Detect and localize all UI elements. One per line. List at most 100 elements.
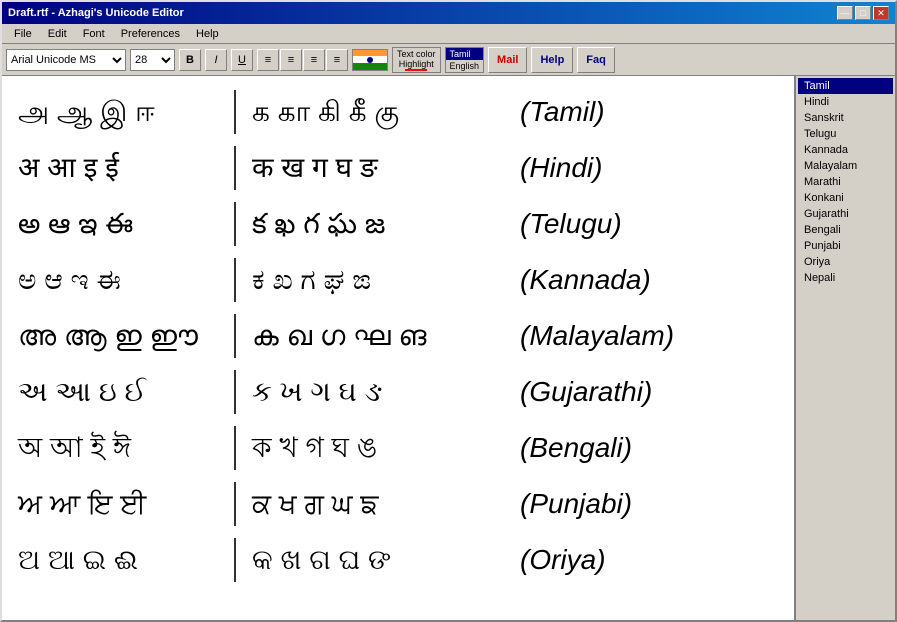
bold-button[interactable]: B	[179, 49, 201, 71]
script-row: અ આ ઇ ઈ ક ખ ગ ઘ ઙ(Gujarathi)	[18, 368, 778, 416]
language-name: (Gujarathi)	[520, 376, 652, 408]
language-name: (Malayalam)	[520, 320, 674, 352]
align-center-button[interactable]: ≡	[280, 49, 302, 71]
consonants: ક ખ ગ ઘ ઙ	[252, 375, 512, 409]
menu-preferences[interactable]: Preferences	[113, 26, 188, 42]
sidebar-item-kannada[interactable]: Kannada	[798, 142, 893, 158]
main-area: அ ஆ இ ஈ க கா கி கீ கு(Tamil) अ आ इ ई क ख ग …	[2, 76, 895, 620]
menu-font[interactable]: Font	[75, 26, 113, 42]
text-color-top-label: Text color	[397, 49, 436, 59]
language-name: (Telugu)	[520, 208, 622, 240]
flag-ashoka-dot	[367, 57, 373, 63]
flag-bot-stripe	[353, 63, 387, 70]
text-color-bottom-label: Highlight	[399, 59, 434, 69]
sidebar: TamilHindiSanskritTeluguKannadaMalayalam…	[795, 76, 895, 620]
font-select[interactable]: Arial Unicode MS	[6, 49, 126, 71]
consonants: ക ഖ ഗ ഘ ങ	[252, 319, 512, 353]
row-divider	[234, 258, 236, 302]
sidebar-item-sanskrit[interactable]: Sanskrit	[798, 110, 893, 126]
sidebar-item-nepali[interactable]: Nepali	[798, 270, 893, 286]
text-color-button[interactable]: Text color Highlight	[392, 47, 441, 73]
title-bar: Draft.rtf - Azhagi's Unicode Editor — □ …	[2, 2, 895, 24]
script-row: அ ஆ இ ஈ க கா கி கீ கு(Tamil)	[18, 88, 778, 136]
script-row: অ আ ই ঈ ক খ গ ঘ ঙ(Bengali)	[18, 424, 778, 472]
script-row: ଅ ଆ ଇ ଈ କ ଖ ଗ ଘ ଙ(Oriya)	[18, 536, 778, 584]
flag-button[interactable]	[352, 49, 388, 71]
content-area: அ ஆ இ ஈ க கா கி கீ கு(Tamil) अ आ इ ई क ख ग …	[2, 76, 795, 620]
menu-edit[interactable]: Edit	[40, 26, 75, 42]
script-row: അ ആ ഇ ഈ ക ഖ ഗ ഘ ങ(Malayalam)	[18, 312, 778, 360]
language-name: (Bengali)	[520, 432, 632, 464]
minimize-button[interactable]: —	[837, 6, 853, 20]
lang-english-label: English	[446, 60, 484, 72]
help-button[interactable]: Help	[531, 47, 573, 73]
india-flag-icon	[353, 50, 387, 70]
sidebar-item-marathi[interactable]: Marathi	[798, 174, 893, 190]
sidebar-item-hindi[interactable]: Hindi	[798, 94, 893, 110]
row-divider	[234, 202, 236, 246]
script-chars: অ আ ই ঈ	[18, 431, 218, 465]
consonants: ಕ ಖ ಗ ಘ ಙ	[252, 263, 512, 297]
sidebar-item-konkani[interactable]: Konkani	[798, 190, 893, 206]
sidebar-item-gujarathi[interactable]: Gujarathi	[798, 206, 893, 222]
script-row: అ ఆ ఇ ఈ క ఖ గ ఘ జ(Telugu)	[18, 200, 778, 248]
align-right-button[interactable]: ≡	[303, 49, 325, 71]
size-select[interactable]: 28 12 14 18 24 32 36	[130, 49, 175, 71]
script-row: ਅ ਆ ਇ ਈਕ ਖ ਗ ਘ ਙ(Punjabi)	[18, 480, 778, 528]
script-chars: അ ആ ഇ ഈ	[18, 319, 218, 353]
sidebar-item-malayalam[interactable]: Malayalam	[798, 158, 893, 174]
script-chars: અ આ ઇ ઈ	[18, 375, 218, 409]
language-name: (Tamil)	[520, 96, 605, 128]
language-name: (Punjabi)	[520, 488, 632, 520]
row-divider	[234, 482, 236, 526]
script-row: ಅ ಆ ಇ ಈ ಕ ಖ ಗ ಘ ಙ(Kannada)	[18, 256, 778, 304]
script-chars: అ ఆ ఇ ఈ	[18, 207, 218, 241]
row-divider	[234, 90, 236, 134]
toolbar: Arial Unicode MS 28 12 14 18 24 32 36 B …	[2, 44, 895, 76]
language-toggle[interactable]: Tamil English	[445, 47, 485, 73]
alignment-group: ≡ ≡ ≡ ≡	[257, 49, 348, 71]
language-name: (Hindi)	[520, 152, 602, 184]
script-chars: ଅ ଆ ଇ ଈ	[18, 543, 218, 577]
close-button[interactable]: ✕	[873, 6, 889, 20]
row-divider	[234, 370, 236, 414]
language-name: (Kannada)	[520, 264, 651, 296]
menu-file[interactable]: File	[6, 26, 40, 42]
script-chars: அ ஆ இ ஈ	[18, 95, 218, 129]
align-left-button[interactable]: ≡	[257, 49, 279, 71]
flag-top-stripe	[353, 50, 387, 57]
sidebar-item-tamil[interactable]: Tamil	[798, 78, 893, 94]
app-window: Draft.rtf - Azhagi's Unicode Editor — □ …	[0, 0, 897, 622]
maximize-button[interactable]: □	[855, 6, 871, 20]
consonants: ক খ গ ঘ ঙ	[252, 431, 512, 465]
flag-mid-stripe	[353, 56, 387, 63]
consonants: ਕ ਖ ਗ ਘ ਙ	[252, 487, 512, 521]
italic-button[interactable]: I	[205, 49, 227, 71]
consonants: க கா கி கீ கு	[252, 95, 512, 129]
sidebar-item-telugu[interactable]: Telugu	[798, 126, 893, 142]
row-divider	[234, 314, 236, 358]
window-controls: — □ ✕	[837, 6, 889, 20]
lang-tamil-label: Tamil	[446, 48, 484, 60]
underline-button[interactable]: U	[231, 49, 253, 71]
row-divider	[234, 146, 236, 190]
script-row: अ आ इ ई क ख ग घ ङ(Hindi)	[18, 144, 778, 192]
script-chars: अ आ इ ई	[18, 151, 218, 185]
menu-bar: File Edit Font Preferences Help	[2, 24, 895, 44]
row-divider	[234, 538, 236, 582]
menu-help[interactable]: Help	[188, 26, 227, 42]
faq-button[interactable]: Faq	[577, 47, 615, 73]
consonants: क ख ग घ ङ	[252, 151, 512, 185]
mail-button[interactable]: Mail	[488, 47, 527, 73]
align-justify-button[interactable]: ≡	[326, 49, 348, 71]
consonants: క ఖ గ ఘ జ	[252, 207, 512, 241]
sidebar-item-punjabi[interactable]: Punjabi	[798, 238, 893, 254]
language-name: (Oriya)	[520, 544, 606, 576]
consonants: କ ଖ ଗ ଘ ଙ	[252, 543, 512, 577]
script-chars: ಅ ಆ ಇ ಈ	[18, 263, 218, 297]
sidebar-item-bengali[interactable]: Bengali	[798, 222, 893, 238]
row-divider	[234, 426, 236, 470]
window-title: Draft.rtf - Azhagi's Unicode Editor	[8, 7, 184, 19]
text-color-bar	[405, 69, 427, 71]
sidebar-item-oriya[interactable]: Oriya	[798, 254, 893, 270]
